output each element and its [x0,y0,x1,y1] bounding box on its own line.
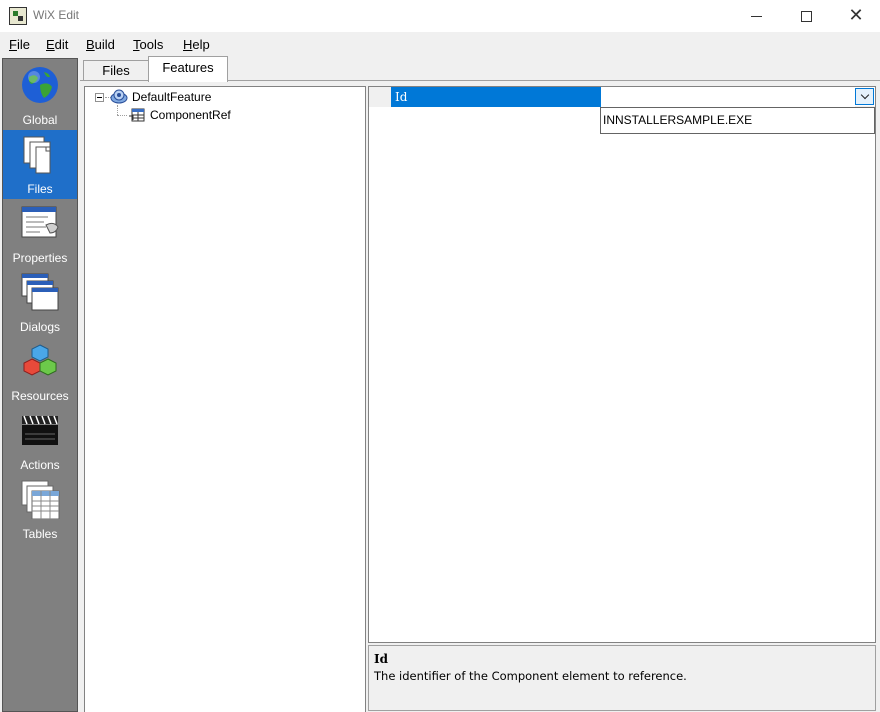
sidebar-item-resources[interactable]: Resources [3,337,77,406]
collapse-toggle[interactable] [95,93,104,102]
component-ref-icon [129,108,145,122]
minimize-button[interactable] [731,0,781,32]
tree-connector [117,105,118,115]
tables-icon [21,480,60,519]
sidebar-item-files[interactable]: Files [3,130,77,199]
files-icon [23,136,51,174]
dropdown-button[interactable] [855,88,874,105]
tree-node-label: ComponentRef [150,108,231,122]
dropdown-list[interactable]: INNSTALLERSAMPLE.EXE [600,107,875,134]
tab-files[interactable]: Files [83,60,149,82]
menu-file[interactable]: File [9,37,30,52]
tab-features[interactable]: Features [148,56,228,82]
sidebar-item-label: Tables [22,527,58,541]
resources-icon [23,344,57,376]
window-title: WiX Edit [33,8,80,22]
feature-icon [110,89,128,104]
tab-strip: Files Features [80,56,880,82]
minimize-icon [750,15,762,17]
sidebar-item-label: Dialogs [19,320,61,334]
maximize-icon [800,10,812,22]
close-button[interactable]: ✕ [831,0,880,32]
sidebar-item-tables[interactable]: Tables [3,475,77,544]
property-row-id[interactable]: Id [369,87,875,107]
dropdown-option[interactable]: INNSTALLERSAMPLE.EXE [603,110,874,130]
close-icon: ✕ [848,5,864,26]
property-grid: Id INNSTALLERSAMPLE.EXE [368,86,876,643]
app-icon [9,7,27,25]
globe-icon [22,67,58,103]
menu-edit[interactable]: Edit [46,37,68,52]
chevron-down-icon [860,90,869,100]
sidebar-item-properties[interactable]: Properties [3,199,77,268]
property-value-field[interactable] [601,87,855,107]
dialogs-icon [21,273,59,311]
sidebar-panel: Global Files Properties Dialogs Resource… [2,58,78,712]
menu-tools[interactable]: Tools [133,37,163,52]
sidebar-item-label: Files [27,182,53,196]
feature-tree[interactable]: DefaultFeature ComponentRef [84,86,366,712]
title-bar: WiX Edit ✕ [0,0,880,32]
property-gutter [369,87,391,107]
sidebar: Global Files Properties Dialogs Resource… [0,56,80,712]
actions-icon [22,415,58,445]
tree-connector [117,115,127,116]
description-text: The identifier of the Component element … [374,669,687,683]
menu-bar: File Edit Build Tools Help [0,32,880,56]
properties-icon [21,206,59,238]
sidebar-item-label: Properties [12,251,68,265]
main-area: DefaultFeature ComponentRef Id INNSTALLE… [80,80,880,712]
sidebar-item-actions[interactable]: Actions [3,406,77,475]
tree-node-label: DefaultFeature [132,90,212,104]
sidebar-item-label: Global [22,113,58,127]
description-panel: Id The identifier of the Component eleme… [368,645,876,711]
sidebar-item-global[interactable]: Global [3,61,77,130]
menu-build[interactable]: Build [86,37,115,52]
maximize-button[interactable] [781,0,831,32]
sidebar-item-label: Actions [20,458,60,472]
sidebar-item-dialogs[interactable]: Dialogs [3,268,77,337]
sidebar-item-label: Resources [11,389,69,403]
description-title: Id [374,652,389,666]
menu-help[interactable]: Help [183,37,210,52]
property-name[interactable]: Id [391,87,601,107]
